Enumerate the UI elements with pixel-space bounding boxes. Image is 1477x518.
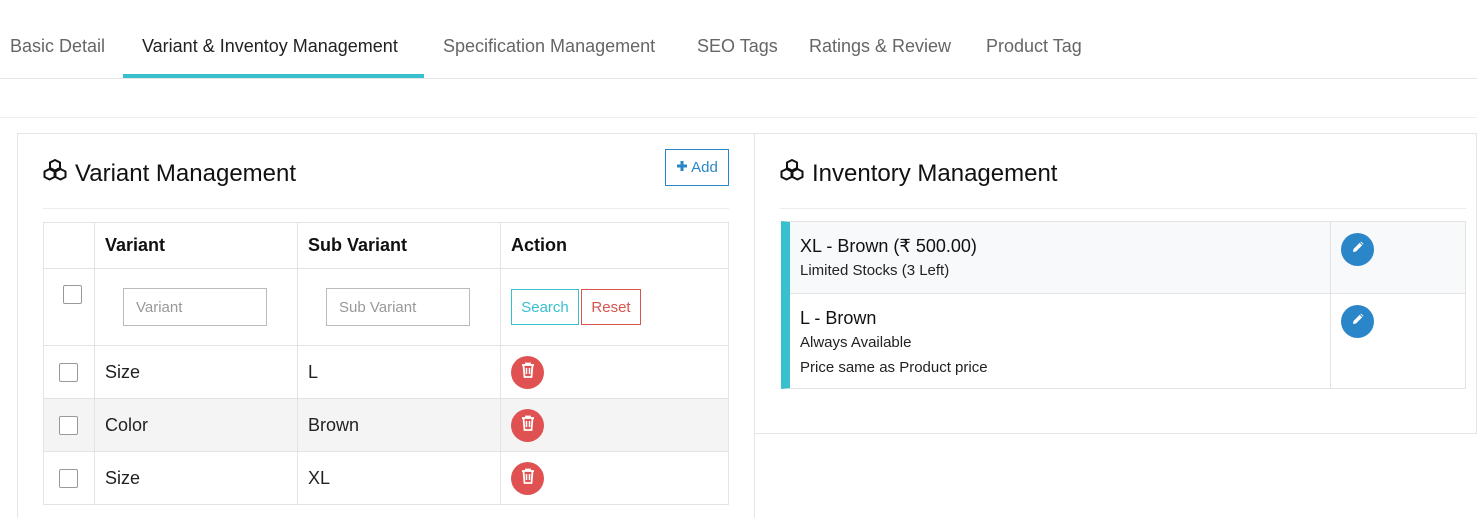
variant-panel-title: Variant Management	[43, 158, 296, 189]
price-note: Price same as Product price	[800, 359, 988, 376]
sub-variant-filter-input[interactable]	[326, 288, 470, 326]
delete-button[interactable]	[511, 461, 544, 495]
filter-row: SearchReset	[43, 268, 729, 346]
tab-specification[interactable]: Specification Management	[443, 36, 655, 78]
sub-variant-cell: Brown	[297, 398, 501, 452]
row-checkbox[interactable]	[59, 469, 78, 489]
edit-inventory-button[interactable]	[1341, 233, 1374, 266]
pencil-icon	[1350, 311, 1366, 332]
inventory-item: XL - Brown (₹ 500.00) Limited Stocks (3 …	[790, 222, 1465, 293]
reset-button[interactable]: Reset	[581, 289, 641, 325]
row-checkbox[interactable]	[59, 416, 78, 436]
inventory-management-panel: Inventory Management XL - Brown (₹ 500.0…	[755, 133, 1477, 434]
inventory-list: XL - Brown (₹ 500.00) Limited Stocks (3 …	[781, 221, 1466, 389]
tab-bar: Basic Detail Variant & Inventoy Manageme…	[0, 0, 1477, 79]
edit-inventory-button[interactable]	[1341, 305, 1374, 338]
variant-cell: Color	[94, 398, 298, 452]
select-column-header	[43, 222, 95, 269]
tab-product-tag[interactable]: Product Tag	[986, 36, 1082, 78]
inventory-panel-title: Inventory Management	[780, 158, 1057, 189]
select-all-checkbox[interactable]	[63, 284, 82, 304]
stock-status: Limited Stocks (3 Left)	[800, 262, 950, 279]
divider	[0, 117, 1477, 118]
trash-icon	[521, 468, 535, 489]
add-variant-button[interactable]: Add	[665, 149, 729, 186]
plus-icon	[676, 159, 688, 176]
column-separator	[1330, 222, 1331, 293]
variant-cell: Size	[94, 345, 298, 399]
tab-ratings-review[interactable]: Ratings & Review	[809, 36, 951, 78]
tab-variant-inventory[interactable]: Variant & Inventoy Management	[142, 36, 398, 78]
active-tab-indicator	[123, 74, 424, 78]
delete-button[interactable]	[511, 408, 544, 442]
inventory-item: L - Brown Always Available Price same as…	[790, 293, 1465, 388]
tab-basic-detail[interactable]: Basic Detail	[10, 36, 105, 78]
table-row: Size L	[43, 345, 729, 399]
add-variant-label: Add	[691, 159, 718, 176]
sub-variant-cell: L	[297, 345, 501, 399]
variant-filter-input[interactable]	[123, 288, 267, 326]
inventory-panel-title-text: Inventory Management	[812, 159, 1058, 187]
stock-status: Always Available	[800, 334, 912, 351]
sub-variant-cell: XL	[297, 451, 501, 505]
title-divider	[780, 208, 1466, 209]
trash-icon	[521, 362, 535, 383]
column-separator	[1330, 294, 1331, 388]
pencil-icon	[1350, 239, 1366, 260]
column-header-sub-variant: Sub Variant	[297, 222, 501, 269]
title-divider	[43, 208, 729, 209]
column-header-action: Action	[500, 222, 729, 269]
tab-seo-tags[interactable]: SEO Tags	[697, 36, 778, 78]
variant-management-panel: Variant Management Add Variant Sub Varia…	[17, 133, 755, 518]
inventory-item-title: XL - Brown (₹ 500.00)	[800, 236, 977, 256]
cubes-icon	[43, 158, 67, 189]
variant-table: Variant Sub Variant Action SearchReset S…	[43, 222, 729, 505]
trash-icon	[521, 415, 535, 436]
search-button[interactable]: Search	[511, 289, 579, 325]
cubes-icon	[780, 158, 804, 189]
variant-panel-title-text: Variant Management	[75, 159, 297, 187]
delete-button[interactable]	[511, 355, 544, 389]
table-row: Size XL	[43, 451, 729, 505]
variant-cell: Size	[94, 451, 298, 505]
column-header-variant: Variant	[94, 222, 298, 269]
row-checkbox[interactable]	[59, 363, 78, 383]
inventory-item-title: L - Brown	[800, 308, 877, 328]
table-row: Color Brown	[43, 398, 729, 452]
